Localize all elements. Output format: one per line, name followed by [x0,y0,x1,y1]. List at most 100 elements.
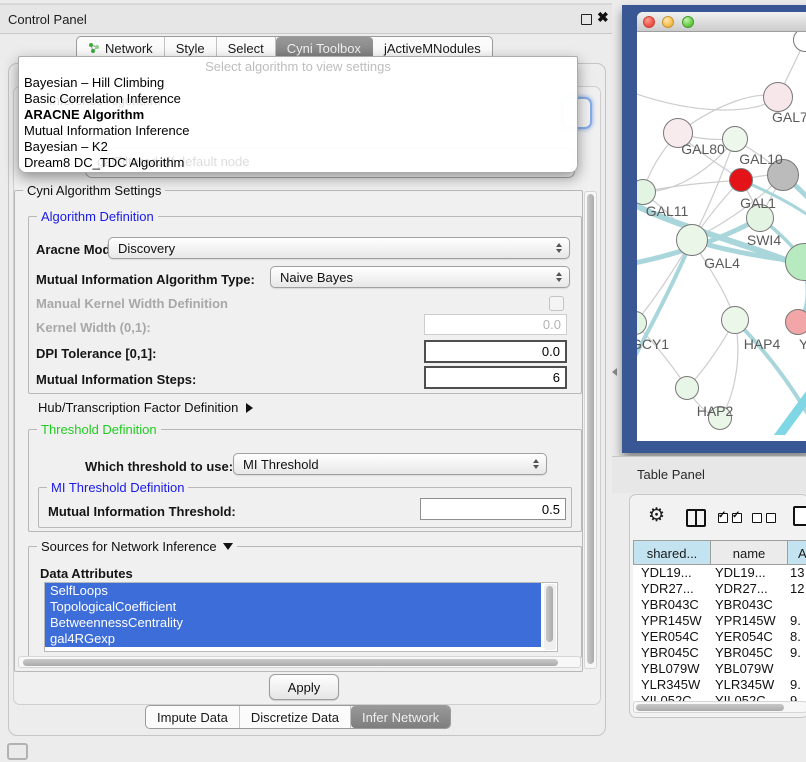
close-window-icon[interactable] [643,16,655,28]
settings-horizontal-scrollbar-thumb[interactable] [23,659,558,666]
table-cell: YPR145W [711,613,788,629]
mi-steps-field[interactable]: 6 [424,366,567,389]
node-GAL7[interactable] [763,82,793,112]
columns-icon[interactable] [686,509,706,527]
attributes-scrollbar[interactable] [544,584,556,650]
tab-cyni-toolbox-label: Cyni Toolbox [287,41,361,56]
algorithm-option-aracne-algorithm[interactable]: ARACNE Algorithm [19,107,577,123]
which-threshold-select[interactable]: MI Threshold [233,453,547,475]
table-cell: YDR27... [633,581,711,597]
aracne-mode-value: Discovery [118,241,556,256]
settings-vertical-scrollbar-thumb[interactable] [587,194,594,664]
bottom-tab-infer-network[interactable]: Infer Network [351,706,450,728]
table-row[interactable]: YDR27...YDR27...12 [633,581,806,597]
node-HAP4[interactable] [721,306,749,334]
table-row[interactable]: YBR045CYBR045C9. [633,645,806,661]
table-cell: YBR043C [711,597,788,613]
table-cell: YDL19... [711,565,788,581]
table-cell: 8. [788,629,806,645]
algorithm-dropdown-popup: Select algorithm to view settings Bayesi… [18,56,578,173]
algorithm-option-mutual-information-inference[interactable]: Mutual Information Inference [19,123,577,139]
node-label-swi4: SWI4 [747,232,781,248]
node-label-hap4: HAP4 [744,336,781,352]
table-horizontal-scrollbar[interactable] [633,701,806,713]
node-label-hap2: HAP2 [697,403,734,419]
table-row[interactable]: YIL052CYIL052C9 [633,693,806,701]
node-label-gal7: GAL7 [772,109,806,125]
attribute-gal4rgexp[interactable]: gal4RGexp [45,631,541,647]
table-cell: 9. [788,613,806,629]
hub-definition-expander[interactable]: Hub/Transcription Factor Definition [38,400,253,415]
table-row[interactable]: YBR043CYBR043C [633,597,806,613]
mi-threshold-value: 0.5 [542,502,560,517]
sources-title-text: Sources for Network Inference [41,539,217,554]
column-header-3[interactable]: A [788,540,806,565]
table-cell: YBR045C [711,645,788,661]
document-icon[interactable] [793,506,806,526]
hub-definition-label: Hub/Transcription Factor Definition [38,400,238,415]
tab-select-label: Select [228,41,264,56]
data-attributes-list: SelfLoopsTopologicalCoefficientBetweenne… [44,582,558,652]
mi-threshold-field[interactable]: 0.5 [420,498,566,520]
settings-horizontal-scrollbar[interactable] [18,656,581,668]
algorithm-option-bayesian-hill-climbing[interactable]: Bayesian – Hill Climbing [19,75,577,91]
table-panel: ⚙ shared...nameA YDL19...YDL19...13YDR27… [629,494,806,718]
column-header-2[interactable]: name [711,540,788,565]
node-HAP2[interactable] [675,376,699,400]
attribute-topologicalcoefficient[interactable]: TopologicalCoefficient [45,599,541,615]
node-selected-red[interactable] [729,168,753,192]
table-panel-title: Table Panel [637,467,705,482]
table-row[interactable]: YDL19...YDL19...13 [633,565,806,581]
table-horizontal-scrollbar-thumb[interactable] [636,704,784,711]
expander-right-icon [246,403,253,413]
table-row[interactable]: YPR145WYPR145W9. [633,613,806,629]
mi-steps-value: 6 [553,370,560,385]
algorithm-option-bayesian-k2[interactable]: Bayesian – K2 [19,139,577,155]
node-GAL4[interactable] [676,224,708,256]
attribute-betweennesscentrality[interactable]: BetweennessCentrality [45,615,541,631]
unchecked-boxes-icon[interactable] [752,513,776,523]
bottom-tab-discretize-data[interactable]: Discretize Data [240,706,351,728]
mi-threshold-group-title: MI Threshold Definition [47,480,188,495]
node-label-y: Y [799,336,806,352]
manual-kernel-width-checkbox[interactable] [549,296,564,311]
float-panel-icon[interactable] [581,14,592,25]
which-threshold-value: MI Threshold [243,457,533,472]
node-Y[interactable] [785,309,806,335]
collapsed-panel-icon[interactable] [7,743,28,760]
close-panel-icon[interactable]: ✖ [597,9,609,26]
table-row[interactable]: YBL079WYBL079W [633,661,806,677]
settings-vertical-scrollbar[interactable] [584,191,597,669]
data-attributes-label: Data Attributes [40,566,133,581]
algorithm-definition-title: Algorithm Definition [37,209,158,224]
gear-icon[interactable]: ⚙ [648,506,665,525]
zoom-window-icon[interactable] [682,16,694,28]
table-cell: 13 [788,565,806,581]
kernel-width-field[interactable]: 0.0 [424,314,567,335]
checked-boxes-icon[interactable] [718,513,742,523]
aracne-mode-select[interactable]: Discovery [108,237,570,259]
apply-button[interactable]: Apply [269,674,339,700]
node-GAL10[interactable] [722,126,748,152]
attribute-selfloops[interactable]: SelfLoops [45,583,541,599]
table-cell: YPR145W [633,613,711,629]
table-row[interactable]: YER054CYER054C8. [633,629,806,645]
splitter-collapse-icon[interactable] [612,368,617,376]
network-canvas[interactable]: GAL7GAL80GAL10GAL1GAL11SWI4GAL4GCY1HAP4Y… [637,32,806,435]
screen: Control Panel ✖ NetworkStyleSelectCyni T… [0,0,806,762]
network-view-frame: GAL7GAL80GAL10GAL1GAL11SWI4GAL4GCY1HAP4Y… [622,5,806,453]
table-cell: 9. [788,677,806,693]
table-row[interactable]: YLR345WYLR345W9. [633,677,806,693]
table-cell: YLR345W [711,677,788,693]
tab-jactivemnodules-label: jActiveMNodules [384,41,481,56]
column-header-1[interactable]: shared... [633,540,711,565]
table-header: shared...nameA [633,540,806,565]
node-label-gal1: GAL1 [740,195,776,211]
bottom-tab-impute-data[interactable]: Impute Data [146,706,240,728]
sources-group-title[interactable]: Sources for Network Inference [37,539,237,554]
mi-algorithm-type-select[interactable]: Naive Bayes [270,266,570,288]
network-window-titlebar[interactable] [637,12,806,32]
dpi-tolerance-field[interactable]: 0.0 [424,340,567,363]
minimize-window-icon[interactable] [662,16,674,28]
attributes-scrollbar-thumb[interactable] [546,586,553,642]
